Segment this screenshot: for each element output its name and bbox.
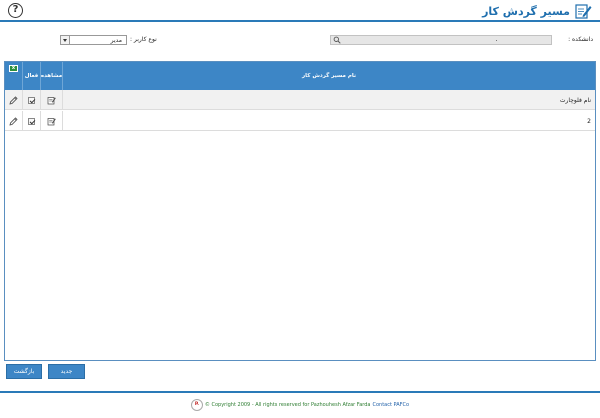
pencil-icon[interactable] <box>9 116 18 126</box>
table-header: x فعال مشاهده نام مسیر گردش کار <box>5 62 595 90</box>
page-title: مسیر گردش کار <box>482 4 570 18</box>
contact-link[interactable]: Contact PAFCo <box>372 402 409 408</box>
edit-cell <box>5 111 22 131</box>
pencil-icon[interactable] <box>9 95 18 105</box>
column-header-active: فعال <box>22 62 40 90</box>
view-cell <box>40 111 62 131</box>
edit-document-icon <box>575 4 592 19</box>
table-row: 2 <box>5 111 595 131</box>
page-header: مسیر گردش کار ? <box>0 0 600 22</box>
user-type-selected-value: مدیر <box>110 37 122 44</box>
footer-divider <box>0 391 600 393</box>
workflow-path-page: مسیر گردش کار ? دانشکده : نوع کاربر : مد… <box>0 0 600 418</box>
user-type-select[interactable]: مدیر <box>60 35 127 45</box>
view-document-icon[interactable] <box>47 117 56 126</box>
view-cell <box>40 90 62 110</box>
workflow-name-cell: 2 <box>62 111 595 131</box>
chevron-down-icon[interactable] <box>61 36 70 44</box>
active-checkbox[interactable] <box>28 117 35 125</box>
active-cell <box>22 90 40 110</box>
edit-cell <box>5 90 22 110</box>
help-button[interactable]: ? <box>8 3 23 18</box>
user-type-label: نوع کاربر : <box>130 36 157 43</box>
export-excel-cell: x <box>5 62 22 90</box>
excel-export-icon[interactable]: x <box>9 65 18 72</box>
workflow-name-cell: نام فلوچارت <box>62 90 595 110</box>
back-button[interactable]: بازگشت <box>6 364 42 379</box>
column-header-name: نام مسیر گردش کار <box>62 62 595 90</box>
university-label: دانشکده : <box>568 36 593 43</box>
search-icon <box>333 36 341 44</box>
new-button[interactable]: جدید <box>48 364 85 379</box>
view-document-icon[interactable] <box>47 96 56 105</box>
active-cell <box>22 111 40 131</box>
workflow-table: x فعال مشاهده نام مسیر گردش کار نام فلوچ… <box>4 61 596 361</box>
company-logo: P. <box>190 399 203 411</box>
active-checkbox[interactable] <box>28 96 35 104</box>
input-cursor-mark <box>496 40 497 41</box>
page-footer: P. © Copyright 2009 - All rights reserve… <box>0 398 600 412</box>
table-row: نام فلوچارت <box>5 90 595 110</box>
copyright-text: © Copyright 2009 - All rights reserved f… <box>204 402 371 408</box>
column-header-view: مشاهده <box>40 62 62 90</box>
page-title-area: مسیر گردش کار <box>482 2 592 20</box>
university-search-input[interactable] <box>330 35 552 45</box>
